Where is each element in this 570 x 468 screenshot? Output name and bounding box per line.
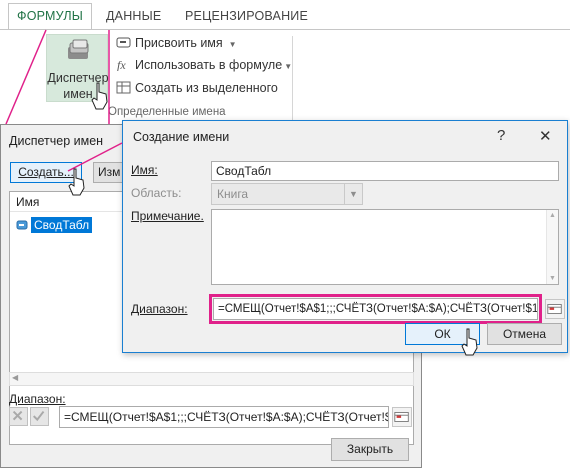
dropdown-arrow-icon: ▼ [228,40,237,49]
cancel-button[interactable]: Отмена [487,323,562,345]
cancel-edit-icon[interactable] [9,407,28,426]
ribbon-body: Диспетчер имен Присвоить имя ▼ fx Использо… [0,29,570,126]
close-button[interactable]: Закрыть [331,438,409,461]
name-tag-icon [16,220,28,230]
comment-textarea[interactable]: ▲ ▼ [211,209,559,285]
scroll-up-icon[interactable]: ▲ [547,212,558,219]
create-from-selection-command[interactable]: Создать из выделенного [116,79,278,97]
range-label: Диапазон: [131,302,188,316]
create-name-dialog: Создание имени ? ✕ Имя: СводТабл Область… [122,120,568,353]
use-in-formula-label: Использовать в формуле [135,58,283,72]
tab-review[interactable]: РЕЦЕНЗИРОВАНИЕ [185,4,308,28]
highlight-frame [209,294,542,324]
tab-data[interactable]: ДАННЫЕ [106,4,161,28]
create-from-selection-icon [116,81,131,94]
create-from-selection-label: Создать из выделенного [135,81,278,95]
function-icon: fx [117,58,126,71]
scope-label: Область: [131,186,182,200]
name-label: Имя: [131,163,158,177]
help-icon[interactable]: ? [497,127,505,144]
define-name-icon [116,37,131,48]
collapse-dialog-icon[interactable] [392,407,412,427]
collapse-dialog-icon[interactable] [545,299,565,319]
mouse-cursor-icon [68,168,85,196]
create-name-title: Создание имени [133,130,230,144]
ribbon-tabs: ФОРМУЛЫ ДАННЫЕ РЕЦЕНЗИРОВАНИЕ [0,0,570,30]
comment-scrollbar[interactable]: ▲ ▼ [546,210,558,284]
scope-select[interactable]: Книга ▼ [211,183,363,205]
name-manager-icon [68,39,89,59]
scope-value: Книга [217,187,249,201]
mouse-cursor-icon [461,328,478,356]
scroll-down-icon[interactable]: ▼ [547,275,558,282]
ribbon-separator [292,36,293,122]
range-label: Диапазон: [9,392,66,406]
comment-label: Примечание. [131,209,204,223]
list-item[interactable]: СводТабл [16,217,93,233]
chevron-down-icon[interactable]: ▼ [344,184,362,204]
use-in-formula-command[interactable]: fx Использовать в формуле ▼ [116,56,292,74]
name-manager-title: Диспетчер имен [9,134,104,148]
define-name-label: Присвоить имя [135,36,223,50]
confirm-edit-icon[interactable] [30,407,49,426]
defined-names-group-label: Определенные имена [108,106,226,118]
mouse-cursor-icon [91,82,108,110]
close-icon[interactable]: ✕ [539,127,552,145]
scroll-left-icon[interactable]: ◀ [12,373,18,382]
tab-formulas[interactable]: ФОРМУЛЫ [8,3,93,30]
range-formula-field[interactable]: =СМЕЩ(Отчет!$A$1;;;СЧЁТЗ(Отчет!$A:$A);СЧ… [59,406,389,428]
name-input[interactable]: СводТабл [211,161,559,181]
dropdown-arrow-icon: ▼ [284,62,293,71]
define-name-command[interactable]: Присвоить имя ▼ [116,34,237,52]
selected-name: СводТабл [31,217,93,233]
list-horizontal-scrollbar[interactable]: ◀ [9,372,414,386]
svg-text:fx: fx [117,58,126,71]
